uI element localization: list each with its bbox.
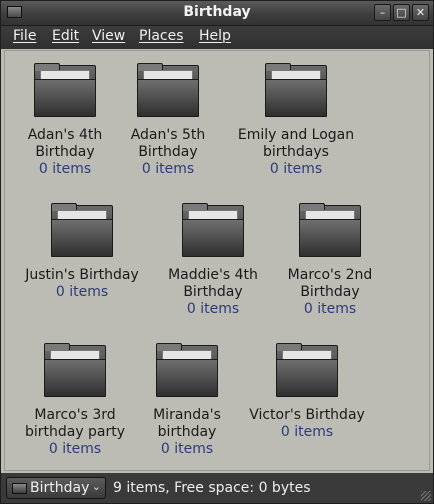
window-title: Birthday	[183, 4, 251, 20]
file-manager-window: Birthday – □ ✕ File Edit View Places Hel…	[0, 0, 434, 504]
folder-name: Maddie's 4th Birthday	[168, 267, 258, 300]
menu-help[interactable]: Help	[199, 28, 231, 44]
item-count: 0 items	[280, 424, 334, 440]
folder-item[interactable]: Victor's Birthday 0 items	[242, 343, 372, 441]
folder-icon	[156, 343, 218, 397]
menu-view[interactable]: View	[92, 28, 125, 44]
folder-view[interactable]: Adan's 4th Birthday 0 items Adan's 5th B…	[4, 50, 430, 471]
item-count: 0 items	[303, 301, 357, 317]
folder-name: Emily and Logan birthdays	[237, 127, 355, 160]
maximize-button[interactable]: □	[393, 4, 410, 21]
chevron-down-icon: ⌄	[91, 480, 101, 493]
menu-edit[interactable]: Edit	[52, 28, 79, 44]
location-label: Birthday	[30, 480, 90, 496]
item-count: 0 items	[141, 161, 195, 177]
folder-name: Marco's 2nd Birthday	[287, 267, 373, 300]
menu-file[interactable]: File	[13, 28, 36, 44]
item-count: 0 items	[269, 161, 323, 177]
folder-icon	[182, 203, 244, 257]
folder-name: Marco's 3rd birthday party	[24, 407, 126, 440]
folder-icon	[51, 203, 113, 257]
item-count: 0 items	[55, 284, 109, 300]
folder-item[interactable]: Adan's 5th Birthday 0 items	[103, 63, 233, 178]
folder-icon	[137, 63, 199, 117]
folder-name: Miranda's birthday	[153, 407, 221, 440]
folder-item[interactable]: Maddie's 4th Birthday 0 items	[148, 203, 278, 318]
title-bar[interactable]: Birthday – □ ✕	[1, 1, 433, 26]
menu-bar: File Edit View Places Help	[1, 26, 433, 49]
folder-name: Victor's Birthday	[249, 407, 365, 423]
item-count: 0 items	[48, 441, 102, 457]
folder-item[interactable]: Marco's 2nd Birthday 0 items	[265, 203, 395, 318]
close-button[interactable]: ✕	[412, 4, 429, 21]
minimize-button[interactable]: –	[374, 4, 391, 21]
location-dropdown[interactable]: Birthday ⌄	[6, 477, 106, 499]
item-count: 0 items	[160, 441, 214, 457]
folder-icon	[299, 203, 361, 257]
folder-name: Justin's Birthday	[25, 267, 139, 283]
folder-item[interactable]: Miranda's birthday 0 items	[122, 343, 252, 458]
item-count: 0 items	[186, 301, 240, 317]
menu-places[interactable]: Places	[139, 28, 184, 44]
resize-grip-icon[interactable]	[421, 491, 431, 501]
folder-item[interactable]: Justin's Birthday 0 items	[17, 203, 147, 301]
folder-icon	[44, 343, 106, 397]
folder-name: Adan's 5th Birthday	[130, 127, 206, 160]
status-bar: Birthday ⌄ 9 items, Free space: 0 bytes	[1, 473, 433, 503]
folder-icon	[12, 483, 27, 494]
folder-icon	[276, 343, 338, 397]
status-text: 9 items, Free space: 0 bytes	[113, 480, 311, 496]
folder-item[interactable]: Marco's 3rd birthday party 0 items	[10, 343, 140, 458]
folder-icon	[34, 63, 96, 117]
folder-item[interactable]: Emily and Logan birthdays 0 items	[226, 63, 366, 178]
folder-icon	[265, 63, 327, 117]
